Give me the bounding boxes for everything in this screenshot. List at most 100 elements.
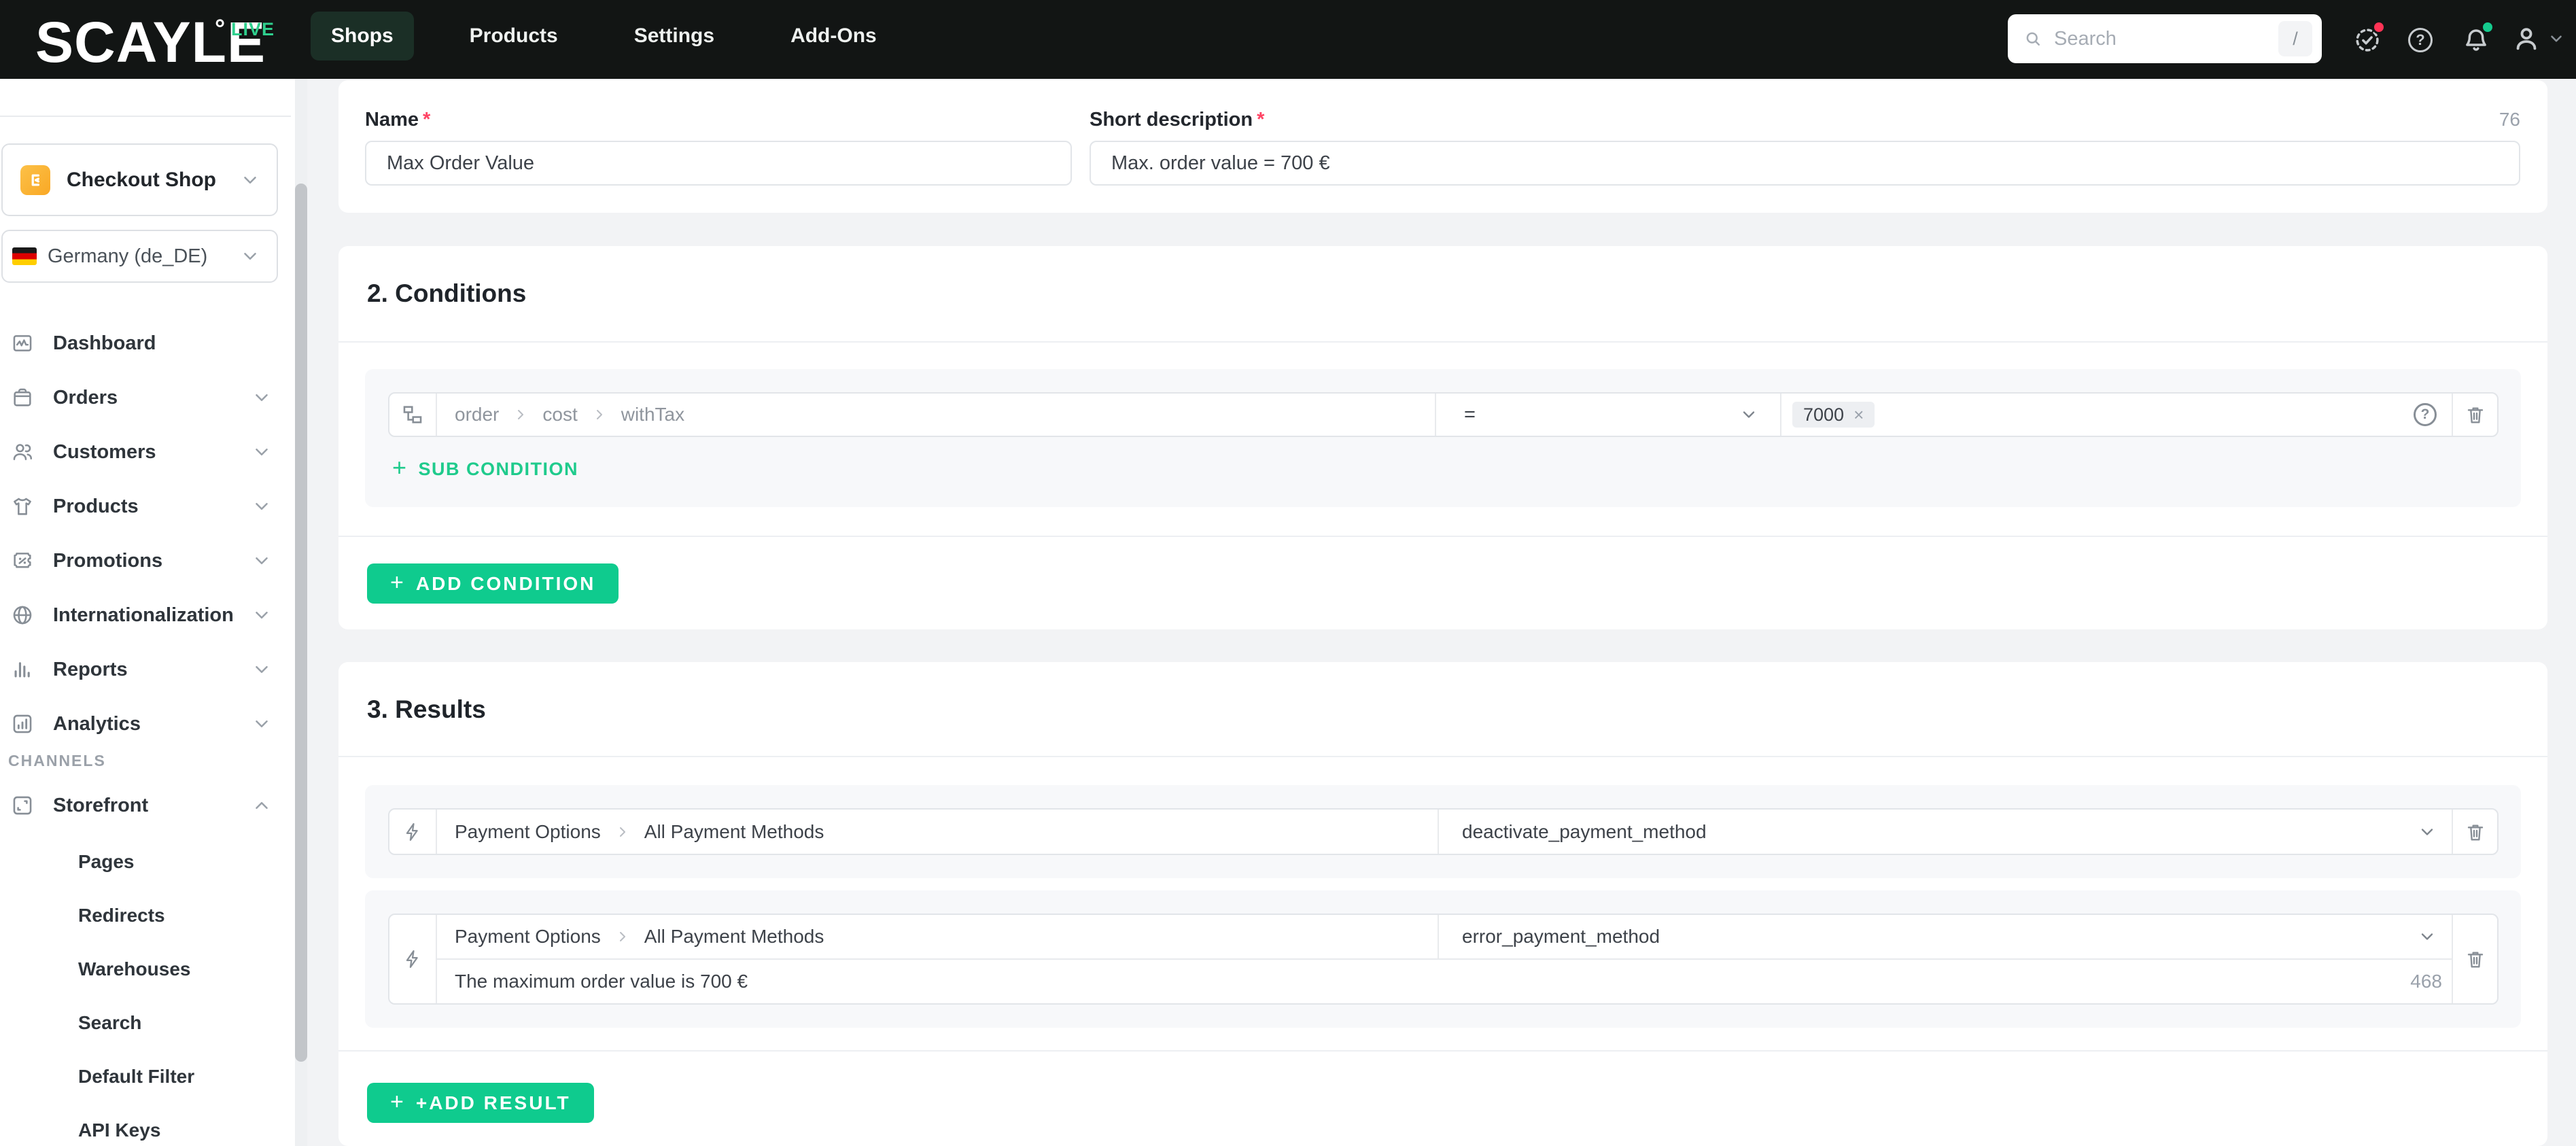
sidebar-item-api-keys[interactable]: API Keys [0, 1103, 291, 1146]
global-search[interactable]: / [2008, 14, 2322, 63]
sidebar-divider [0, 116, 291, 117]
name-field[interactable] [365, 141, 1072, 186]
top-header: SCAYLE ° LIVE Shops Products Settings Ad… [0, 0, 2576, 79]
plus-icon: + [390, 1088, 404, 1115]
conditions-heading: 2. Conditions [367, 279, 527, 307]
basic-info-card: Name* Short description* 76 [338, 80, 2547, 213]
sidebar-item-reports[interactable]: Reports [0, 642, 291, 697]
trash-icon [2467, 952, 2483, 968]
results-card: 3. Results Payment Options All Payment M… [338, 662, 2547, 1146]
condition-operator-select[interactable]: = [1435, 394, 1780, 436]
lightning-icon [389, 810, 437, 854]
short-description-field[interactable] [1090, 141, 2520, 186]
sidebar-item-analytics[interactable]: Analytics [0, 697, 291, 751]
top-navigation: Shops Products Settings Add-Ons [311, 12, 897, 60]
add-condition-button[interactable]: + ADD CONDITION [367, 563, 619, 604]
sidebar-item-redirects[interactable]: Redirects [0, 888, 291, 942]
analytics-icon [13, 714, 32, 733]
sidebar-item-dashboard[interactable]: Dashboard [0, 316, 291, 370]
chevron-down-icon [2421, 933, 2433, 940]
search-icon [2026, 32, 2040, 46]
reports-icon [14, 662, 30, 678]
chevron-down-icon [256, 612, 268, 619]
channels-section-label: CHANNELS [8, 752, 106, 769]
sidebar-item-pages[interactable]: Pages [0, 835, 291, 888]
shop-selector-label: Checkout Shop [67, 168, 217, 191]
shop-selector[interactable]: Checkout Shop [1, 143, 278, 216]
result-group: Payment Options All Payment Methods deac… [365, 785, 2521, 878]
sidebar-scrollbar-track [295, 79, 307, 1146]
sidebar-item-products[interactable]: Products [0, 479, 291, 534]
results-heading: 3. Results [367, 695, 486, 723]
result-target-select[interactable]: Payment Options All Payment Methods [437, 915, 1438, 958]
help-icon[interactable]: ? [2414, 403, 2437, 426]
chevron-down-icon [2551, 35, 2562, 42]
divider [338, 536, 2547, 537]
tab-add-ons[interactable]: Add-Ons [770, 12, 897, 60]
tab-shops[interactable]: Shops [311, 12, 414, 60]
add-sub-condition-link[interactable]: + SUB CONDITION [392, 453, 578, 482]
sidebar-item-internationalization[interactable]: Internationalization [0, 588, 291, 642]
status-alert-dot [2372, 20, 2386, 34]
help-icon[interactable]: ? [2403, 23, 2437, 57]
globe-icon [13, 606, 32, 625]
character-counter: 468 [2410, 971, 2442, 992]
lightning-icon [389, 915, 437, 1003]
sidebar: Checkout Shop Germany (de_DE) Dashboard … [0, 79, 307, 1146]
result-target-select[interactable]: Payment Options All Payment Methods [437, 810, 1438, 854]
result-action-select[interactable]: error_payment_method [1438, 915, 2452, 958]
chevron-right-icon [619, 932, 625, 941]
delete-result-button[interactable] [2452, 915, 2497, 1003]
user-menu[interactable] [2511, 23, 2565, 54]
chevron-right-icon [518, 410, 524, 419]
result-action-select[interactable]: deactivate_payment_method [1438, 810, 2452, 854]
plus-icon: + [392, 453, 408, 481]
products-icon [14, 498, 31, 515]
delete-condition-button[interactable] [2452, 394, 2497, 436]
locale-selector-label: Germany (de_DE) [48, 245, 208, 267]
sidebar-item-search[interactable]: Search [0, 996, 291, 1049]
chevron-down-icon [256, 557, 268, 564]
chevron-down-icon [256, 503, 268, 510]
search-input[interactable] [2054, 27, 2278, 50]
notifications-bell-icon[interactable] [2459, 20, 2494, 57]
chevron-down-icon [256, 666, 268, 673]
sidebar-item-promotions[interactable]: Promotions [0, 534, 291, 588]
character-counter: 76 [2499, 109, 2520, 130]
remove-tag-icon[interactable]: × [1853, 404, 1864, 426]
sidebar-item-customers[interactable]: Customers [0, 425, 291, 479]
result-message-field[interactable]: The maximum order value is 700 € [437, 971, 2410, 992]
tab-settings[interactable]: Settings [614, 12, 735, 60]
sidebar-scrollbar-thumb[interactable] [295, 184, 307, 1062]
locale-selector[interactable]: Germany (de_DE) [1, 230, 278, 283]
system-status-icon[interactable] [2350, 20, 2386, 57]
required-asterisk: * [1257, 109, 1265, 131]
logo-degree-mark: ° [215, 15, 226, 44]
storefront-icon [13, 796, 32, 815]
search-shortcut-key: / [2278, 21, 2312, 56]
promotions-icon [14, 553, 31, 568]
chevron-down-icon [256, 449, 268, 455]
sidebar-item-warehouses[interactable]: Warehouses [0, 942, 291, 996]
result-row: Payment Options All Payment Methods deac… [388, 808, 2499, 855]
sidebar-item-storefront[interactable]: Storefront [0, 778, 291, 833]
tab-products[interactable]: Products [449, 12, 578, 60]
sidebar-item-default-filter[interactable]: Default Filter [0, 1049, 291, 1103]
user-icon [2516, 28, 2537, 50]
condition-value-field[interactable]: 7000 × ? [1780, 394, 2452, 436]
sidebar-item-orders[interactable]: Orders [0, 370, 291, 425]
chevron-up-icon [256, 802, 268, 809]
checkout-shop-icon [20, 164, 50, 195]
delete-result-button[interactable] [2452, 810, 2497, 854]
trash-icon [2467, 824, 2483, 841]
storefront-submenu: Pages Redirects Warehouses Search Defaul… [0, 835, 291, 1146]
sidebar-menu: Dashboard Orders Customers Products Prom… [0, 316, 291, 751]
add-result-button[interactable]: + +ADD RESULT [367, 1083, 594, 1123]
germany-flag-icon [12, 247, 37, 265]
condition-attribute-select[interactable]: order cost withTax [437, 394, 1435, 436]
chevron-down-icon [2421, 828, 2433, 835]
chevron-down-icon [1743, 411, 1755, 418]
chevron-right-icon [619, 827, 625, 837]
value-tag[interactable]: 7000 × [1792, 402, 1875, 428]
result-row: Payment Options All Payment Methods erro… [388, 914, 2499, 1005]
